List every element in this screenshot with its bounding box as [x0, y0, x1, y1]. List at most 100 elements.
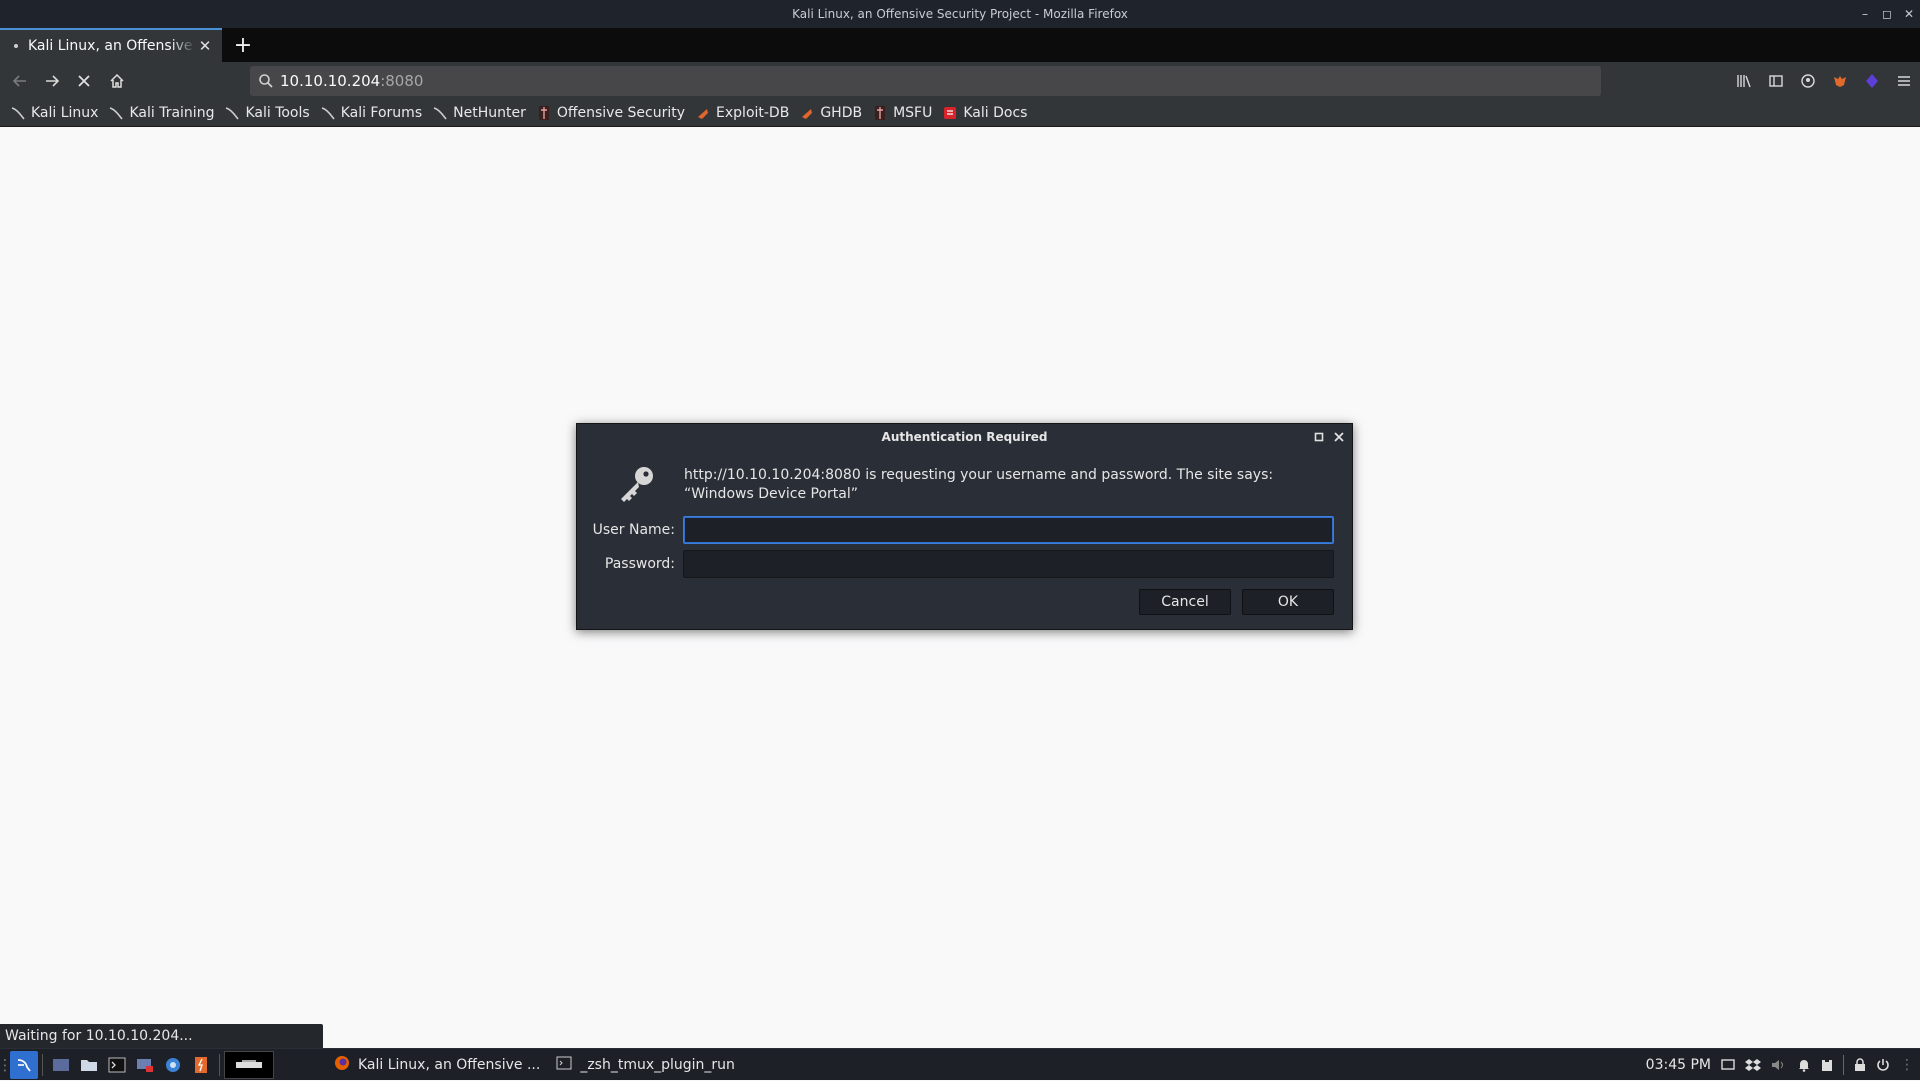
dropbox-tray-button[interactable]	[1745, 1058, 1761, 1072]
tab-close-button[interactable]: ✕	[196, 37, 214, 55]
home-button[interactable]	[103, 67, 131, 95]
dialog-close-button[interactable]	[1334, 424, 1344, 450]
forward-button[interactable]	[38, 67, 66, 95]
task-label: Kali Linux, an Offensive ...	[358, 1056, 541, 1073]
bookmark-offensive-security[interactable]: Offensive Security	[536, 102, 685, 124]
cancel-button[interactable]: Cancel	[1139, 589, 1231, 615]
stop-button[interactable]	[70, 67, 98, 95]
username-label: User Name:	[592, 522, 675, 538]
show-desktop-button[interactable]	[47, 1051, 75, 1079]
task-label: _zsh_tmux_plugin_run	[580, 1056, 735, 1073]
browser-launcher-button[interactable]	[159, 1051, 187, 1079]
menu-button[interactable]	[1888, 67, 1920, 95]
url-host: 10.10.10.204	[280, 72, 381, 90]
bookmark-kali-linux[interactable]: Kali Linux	[10, 102, 98, 124]
task-terminal[interactable]: _zsh_tmux_plugin_run	[556, 1056, 735, 1074]
taskbar-separator	[219, 1053, 220, 1076]
maximize-button[interactable]: ◻	[1880, 7, 1894, 21]
notifications-tray-button[interactable]	[1797, 1058, 1811, 1072]
account-button[interactable]	[1792, 67, 1824, 95]
display-icon	[1721, 1059, 1735, 1070]
new-tab-button[interactable]: +	[230, 32, 256, 58]
search-icon	[259, 74, 273, 88]
tab-kali-linux[interactable]: Kali Linux, an Offensive Security Projec…	[0, 28, 222, 62]
terminal-icon	[556, 1056, 572, 1074]
clipboard-tray-button[interactable]	[1821, 1058, 1833, 1072]
foxyproxy-button[interactable]	[1824, 67, 1856, 95]
bookmark-label: Kali Forums	[340, 105, 423, 121]
bookmark-nethunter[interactable]: NetHunter	[432, 102, 526, 124]
bookmark-kali-forums[interactable]: Kali Forums	[320, 102, 422, 124]
url-bar[interactable]: 10.10.10.204:8080	[250, 66, 1601, 96]
close-icon	[1334, 432, 1344, 442]
library-button[interactable]	[1728, 67, 1760, 95]
username-input[interactable]	[683, 516, 1334, 544]
terminal-icon	[108, 1057, 126, 1072]
dialog-message: http://10.10.10.204:8080 is requesting y…	[684, 467, 1274, 502]
volume-tray-button[interactable]	[1771, 1058, 1787, 1072]
minimize-button[interactable]: –	[1858, 7, 1872, 21]
burpsuite-launcher-button[interactable]	[187, 1051, 215, 1079]
window-titlebar: Kali Linux, an Offensive Security Projec…	[0, 0, 1920, 28]
extension-button[interactable]	[1856, 67, 1888, 95]
system-tray: 03:45 PM ⋮	[1636, 1049, 1914, 1081]
file-manager-button[interactable]	[75, 1051, 103, 1079]
key-icon	[621, 467, 653, 502]
tab-strip: Kali Linux, an Offensive Security Projec…	[0, 28, 1920, 62]
status-text: Waiting for 10.10.10.204...	[5, 1028, 193, 1044]
lock-screen-button[interactable]	[1854, 1058, 1866, 1072]
auth-dialog: Authentication Required http://10.10.10.…	[576, 423, 1353, 630]
taskbar-handle-icon: ⋮	[0, 1055, 13, 1074]
screenshot-launcher-button[interactable]	[131, 1051, 159, 1079]
display-tray-button[interactable]	[1721, 1059, 1735, 1071]
clock[interactable]: 03:45 PM	[1646, 1057, 1711, 1073]
task-firefox[interactable]: Kali Linux, an Offensive ...	[334, 1055, 540, 1075]
maximize-icon	[1314, 432, 1324, 442]
kali-menu-button[interactable]	[10, 1050, 38, 1079]
bookmark-kali-tools[interactable]: Kali Tools	[224, 102, 310, 124]
offsec-icon	[536, 105, 552, 121]
bookmark-kali-docs[interactable]: Kali Docs	[942, 102, 1027, 124]
account-icon	[1801, 74, 1815, 88]
dialog-maximize-button[interactable]	[1314, 424, 1324, 450]
sidebar-button[interactable]	[1760, 67, 1792, 95]
tab-title: Kali Linux, an Offensive Security Projec…	[28, 38, 196, 54]
workspace-icon	[236, 1059, 262, 1068]
terminal-launcher-button[interactable]	[103, 1051, 131, 1079]
extension-icon	[1866, 74, 1878, 88]
dialog-titlebar: Authentication Required	[577, 424, 1352, 450]
navigation-toolbar: 10.10.10.204:8080	[0, 62, 1920, 100]
browser-icon	[166, 1057, 180, 1072]
ok-button[interactable]: OK	[1242, 589, 1334, 615]
exploitdb-icon	[695, 105, 711, 121]
window-title: Kali Linux, an Offensive Security Projec…	[792, 7, 1128, 21]
bookmark-label: Kali Docs	[963, 105, 1028, 121]
bookmark-ghdb[interactable]: GHDB	[799, 102, 862, 124]
offsec-icon	[872, 105, 888, 121]
bookmark-label: Kali Training	[129, 105, 215, 121]
back-button[interactable]	[6, 67, 34, 95]
bookmark-kali-training[interactable]: Kali Training	[108, 102, 214, 124]
bookmark-label: NetHunter	[453, 105, 526, 121]
bookmark-label: Kali Tools	[245, 105, 310, 121]
bookmarks-toolbar: Kali Linux Kali Training Kali Tools Kali…	[0, 100, 1920, 127]
kali-dragon-icon	[320, 105, 336, 121]
close-window-button[interactable]: ✕	[1902, 7, 1916, 21]
workspace-switcher[interactable]	[224, 1050, 274, 1079]
password-label: Password:	[604, 556, 675, 572]
bookmark-msfu[interactable]: MSFU	[872, 102, 932, 124]
bookmark-label: GHDB	[820, 105, 863, 121]
url-port: :8080	[380, 72, 424, 90]
screen-icon	[137, 1058, 153, 1072]
folder-icon	[81, 1059, 97, 1071]
bookmark-label: MSFU	[893, 105, 933, 121]
firefox-icon	[334, 1055, 350, 1075]
bookmark-label: Exploit-DB	[716, 105, 790, 121]
tray-separator	[1843, 1055, 1844, 1075]
bookmark-exploit-db[interactable]: Exploit-DB	[695, 102, 789, 124]
logout-button[interactable]	[1876, 1058, 1890, 1072]
bell-icon	[1799, 1060, 1809, 1072]
status-panel: Waiting for 10.10.10.204...	[0, 1024, 323, 1048]
password-input[interactable]	[683, 550, 1334, 578]
sidebar-icon	[1769, 75, 1783, 87]
